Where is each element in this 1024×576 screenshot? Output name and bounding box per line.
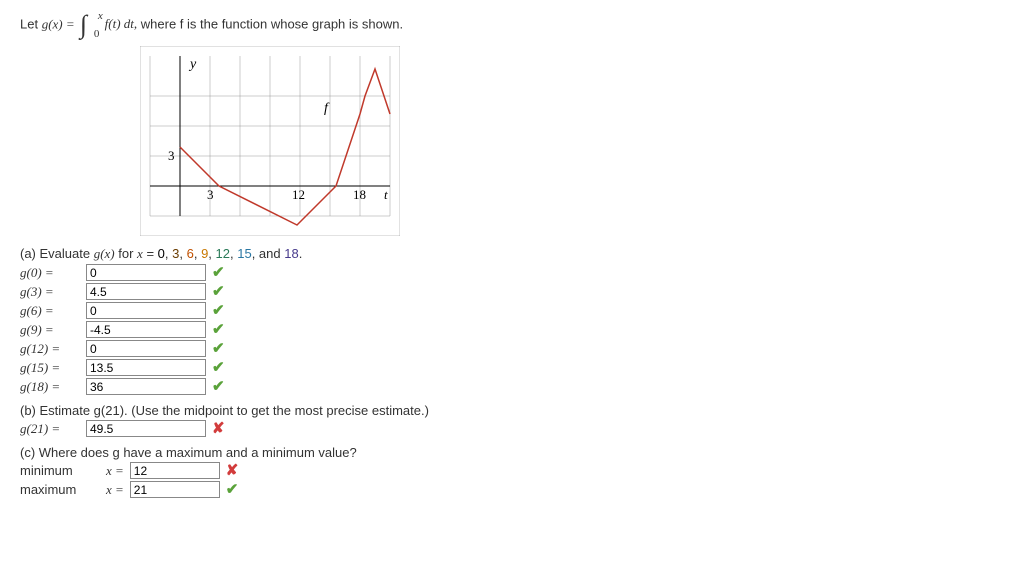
pa-row-label-2: g(6) = — [20, 303, 80, 319]
pa-row-1: g(3) = ✔ — [20, 283, 1004, 300]
pa-row-2: g(6) = ✔ — [20, 302, 1004, 319]
pc-row-0: minimum x = ✘ — [20, 462, 1004, 479]
pa-row-mark-2: ✔ — [212, 303, 225, 318]
integral-icon: ∫ x 0 — [80, 12, 87, 38]
pc-row-label-0: minimum — [20, 463, 100, 478]
pa-row-mark-0: ✔ — [212, 265, 225, 280]
pa-row-mark-5: ✔ — [212, 360, 225, 375]
x-tick-18: 18 — [353, 187, 366, 202]
pa-row-mark-1: ✔ — [212, 284, 225, 299]
part-b-prompt: (b) Estimate g(21). (Use the midpoint to… — [20, 403, 1004, 418]
pc-row-input-0[interactable] — [130, 462, 220, 479]
pa-row-mark-4: ✔ — [212, 341, 225, 356]
part-b-row: g(21) = ✘ — [20, 420, 1004, 437]
pa-xv-4: 12 — [216, 246, 230, 261]
problem-statement: Let g(x) = ∫ x 0 f(t) dt, where f is the… — [20, 12, 1004, 38]
pb-mark: ✘ — [212, 421, 225, 436]
pa-j-2: , — [194, 246, 201, 261]
part-b: (b) Estimate g(21). (Use the midpoint to… — [20, 403, 1004, 437]
pa-j-6: . — [299, 246, 303, 261]
pa-xv-0: 0 — [158, 246, 165, 261]
pa-row-6: g(18) = ✔ — [20, 378, 1004, 395]
pa-gx: g(x) — [94, 246, 115, 261]
pa-xv-2: 6 — [187, 246, 194, 261]
graph: y f 3 3 12 18 t — [140, 46, 1004, 236]
pc-row-mark-1: ✔ — [226, 482, 239, 497]
pc-row-1: maximum x = ✔ — [20, 481, 1004, 498]
pa-j-3: , — [208, 246, 215, 261]
y-tick-3: 3 — [168, 148, 175, 163]
x-tick-12: 12 — [292, 187, 305, 202]
part-a: (a) Evaluate g(x) for x = 0, 3, 6, 9, 12… — [20, 246, 1004, 395]
part-c: (c) Where does g have a maximum and a mi… — [20, 445, 1004, 498]
integral-upper: x — [98, 10, 103, 22]
pa-xv-6: 18 — [284, 246, 298, 261]
t-axis-label: t — [384, 187, 388, 202]
stmt-pre: Let — [20, 16, 42, 31]
pb-input[interactable] — [86, 420, 206, 437]
f-label: f — [324, 101, 330, 116]
pa-row-mark-3: ✔ — [212, 322, 225, 337]
pb-label: g(21) = — [20, 421, 80, 437]
pa-row-3: g(9) = ✔ — [20, 321, 1004, 338]
pa-xv-5: 15 — [237, 246, 251, 261]
part-c-prompt: (c) Where does g have a maximum and a mi… — [20, 445, 1004, 460]
pc-row-var-0: x = — [106, 463, 124, 479]
pa-row-label-4: g(12) = — [20, 341, 80, 357]
pa-row-5: g(15) = ✔ — [20, 359, 1004, 376]
pa-row-input-2[interactable] — [86, 302, 206, 319]
pa-row-label-3: g(9) = — [20, 322, 80, 338]
pa-row-label-1: g(3) = — [20, 284, 80, 300]
pa-mid: for — [115, 246, 137, 261]
pa-j-5: , and — [252, 246, 285, 261]
pa-row-4: g(12) = ✔ — [20, 340, 1004, 357]
pc-row-var-1: x = — [106, 482, 124, 498]
pa-j-1: , — [179, 246, 186, 261]
integrand: f(t) dt, — [105, 16, 138, 31]
pa-row-input-3[interactable] — [86, 321, 206, 338]
pa-row-label-6: g(18) = — [20, 379, 80, 395]
graph-svg: y f 3 3 12 18 t — [140, 46, 400, 236]
pa-row-input-1[interactable] — [86, 283, 206, 300]
integral-lower: 0 — [94, 28, 100, 40]
pa-row-input-5[interactable] — [86, 359, 206, 376]
pa-row-mark-6: ✔ — [212, 379, 225, 394]
pc-row-input-1[interactable] — [130, 481, 220, 498]
pa-row-0: g(0) = ✔ — [20, 264, 1004, 281]
pa-row-input-4[interactable] — [86, 340, 206, 357]
x-tick-3: 3 — [207, 187, 214, 202]
pa-row-input-6[interactable] — [86, 378, 206, 395]
stmt-post: where f is the function whose graph is s… — [141, 16, 403, 31]
pa-row-input-0[interactable] — [86, 264, 206, 281]
stmt-gx: g(x) = — [42, 16, 78, 31]
part-a-prompt: (a) Evaluate g(x) for x = 0, 3, 6, 9, 12… — [20, 246, 1004, 262]
pa-pre: (a) Evaluate — [20, 246, 94, 261]
pa-eq: = — [143, 246, 158, 261]
y-axis-label: y — [188, 57, 197, 72]
pa-row-label-0: g(0) = — [20, 265, 80, 281]
pa-row-label-5: g(15) = — [20, 360, 80, 376]
pc-row-label-1: maximum — [20, 482, 100, 497]
pc-row-mark-0: ✘ — [226, 463, 239, 478]
